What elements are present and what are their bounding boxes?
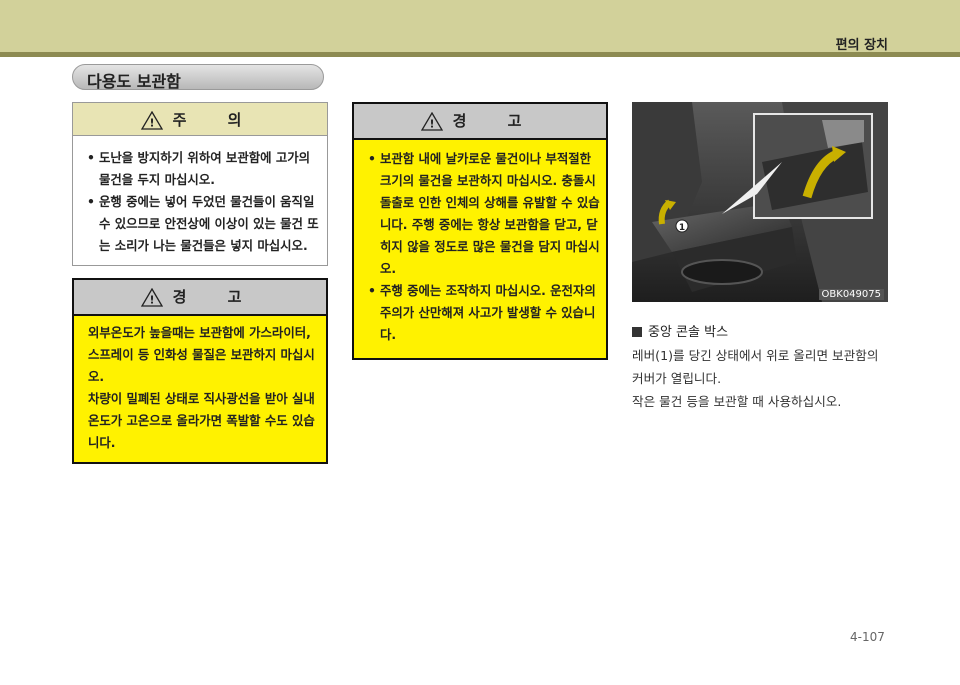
list-item: 도난을 방지하기 위하여 보관함에 고가의 물건을 두지 마십시오. bbox=[83, 147, 323, 191]
console-box-photo: 1 OBK049075 bbox=[632, 102, 888, 302]
caption-title: 중앙 콘솔 박스 bbox=[632, 321, 728, 340]
svg-text:!: ! bbox=[149, 117, 154, 130]
svg-text:!: ! bbox=[149, 294, 154, 307]
section-header: 편의 장치 bbox=[835, 38, 888, 53]
callout-number: 1 bbox=[679, 223, 685, 233]
caption-title-text: 중앙 콘솔 박스 bbox=[648, 325, 729, 340]
caption-line: 커버가 열립니다. bbox=[632, 371, 722, 386]
caution-header: ! 주 의 bbox=[73, 103, 327, 136]
caution-box: ! 주 의 도난을 방지하기 위하여 보관함에 고가의 물건을 두지 마십시오.… bbox=[72, 102, 328, 266]
caption-line: 작은 물건 등을 보관할 때 사용하십시오. bbox=[632, 394, 842, 409]
caution-list: 도난을 방지하기 위하여 보관함에 고가의 물건을 두지 마십시오. 운행 중에… bbox=[83, 147, 323, 257]
warning-heading: 경 고 bbox=[452, 112, 540, 130]
page-number: 4-107 bbox=[850, 630, 885, 644]
warning-paragraph: 차량이 밀폐된 상태로 직사광선을 받아 실내 온도가 고온으로 올라가면 폭발… bbox=[88, 391, 315, 450]
page-title: 다용도 보관함 bbox=[87, 72, 181, 91]
warning-box-left: ! 경 고 외부온도가 높을때는 보관함에 가스라이터, 스프레이 등 인화성 … bbox=[72, 278, 328, 464]
list-item: 주행 중에는 조작하지 마십시오. 운전자의 주의가 산만해져 사고가 발생할 … bbox=[364, 280, 602, 346]
caption-text: 레버(1)를 당긴 상태에서 위로 올리면 보관함의 커버가 열립니다. 작은 … bbox=[632, 344, 894, 413]
top-banner bbox=[0, 0, 960, 57]
console-illustration: 1 bbox=[632, 102, 888, 302]
page-title-pill: 다용도 보관함 bbox=[72, 64, 324, 91]
svg-text:!: ! bbox=[429, 118, 434, 131]
warning-paragraph: 외부온도가 높을때는 보관함에 가스라이터, 스프레이 등 인화성 물질은 보관… bbox=[88, 325, 315, 384]
warning-header: ! 경 고 bbox=[354, 104, 606, 140]
warning-header: ! 경 고 bbox=[74, 280, 326, 316]
warning-box-middle: ! 경 고 보관함 내에 날카로운 물건이나 부적절한 크기의 물건을 보관하지… bbox=[352, 102, 608, 360]
warning-heading: 경 고 bbox=[172, 288, 260, 306]
figure-code: OBK049075 bbox=[818, 289, 884, 300]
warning-list: 보관함 내에 날카로운 물건이나 부적절한 크기의 물건을 보관하지 마십시오.… bbox=[364, 148, 602, 346]
banner-rule bbox=[0, 52, 960, 57]
list-item: 운행 중에는 넣어 두었던 물건들이 움직일 수 있으므로 안전상에 이상이 있… bbox=[83, 191, 323, 257]
caution-heading: 주 의 bbox=[172, 111, 260, 129]
caption-line: 레버(1)를 당긴 상태에서 위로 올리면 보관함의 bbox=[632, 348, 879, 363]
warning-body: 외부온도가 높을때는 보관함에 가스라이터, 스프레이 등 인화성 물질은 보관… bbox=[88, 322, 318, 454]
bullet-square-icon bbox=[632, 327, 642, 337]
warning-triangle-icon: ! bbox=[420, 112, 443, 131]
list-item: 보관함 내에 날카로운 물건이나 부적절한 크기의 물건을 보관하지 마십시오.… bbox=[364, 148, 602, 280]
warning-triangle-icon: ! bbox=[140, 288, 163, 307]
warning-triangle-icon: ! bbox=[140, 111, 163, 130]
